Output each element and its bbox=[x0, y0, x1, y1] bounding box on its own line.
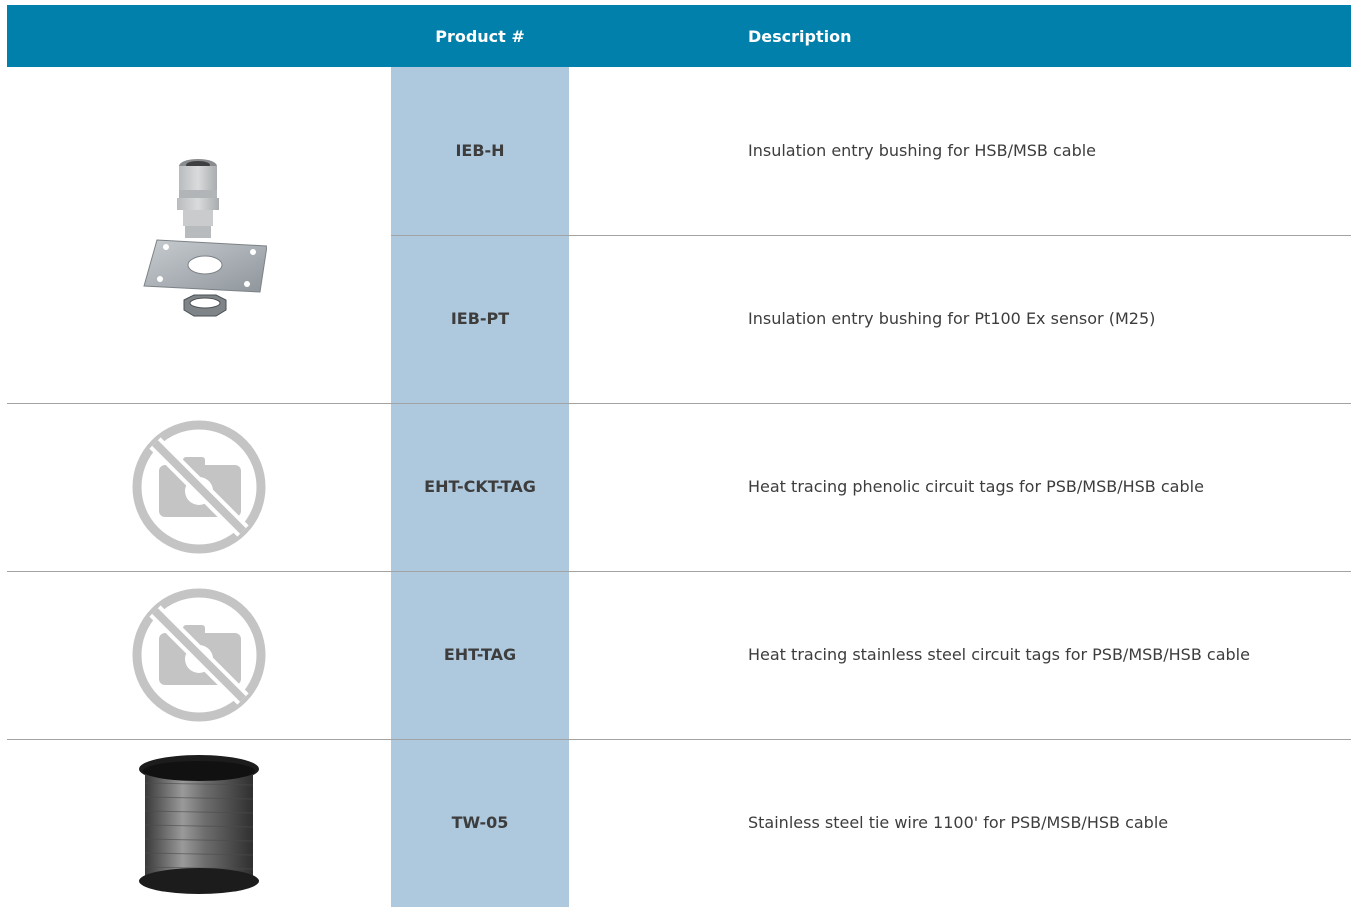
product-description: Insulation entry bushing for Pt100 Ex se… bbox=[748, 309, 1156, 328]
header-product-number: Product # bbox=[435, 27, 525, 46]
product-description: Stainless steel tie wire 1100' for PSB/M… bbox=[748, 813, 1169, 832]
product-description: Heat tracing stainless steel circuit tag… bbox=[748, 645, 1250, 664]
product-code: IEB-H bbox=[455, 141, 505, 160]
product-description: Heat tracing phenolic circuit tags for P… bbox=[748, 477, 1204, 496]
no-camera-icon bbox=[132, 420, 266, 554]
header-description: Description bbox=[748, 27, 852, 46]
product-description: Insulation entry bushing for HSB/MSB cab… bbox=[748, 141, 1097, 160]
table-header: Product # Description bbox=[7, 5, 1351, 67]
product-code: EHT-TAG bbox=[443, 645, 517, 664]
product-code: TW-05 bbox=[451, 813, 509, 832]
product-table: Product # Description IEB-H Insulation e… bbox=[7, 5, 1351, 907]
wire-spool-image bbox=[139, 755, 259, 894]
cable-gland-bushing-image bbox=[143, 159, 267, 317]
no-camera-icon bbox=[132, 588, 266, 722]
product-code: EHT-CKT-TAG bbox=[424, 477, 536, 496]
product-code: IEB-PT bbox=[450, 309, 510, 328]
